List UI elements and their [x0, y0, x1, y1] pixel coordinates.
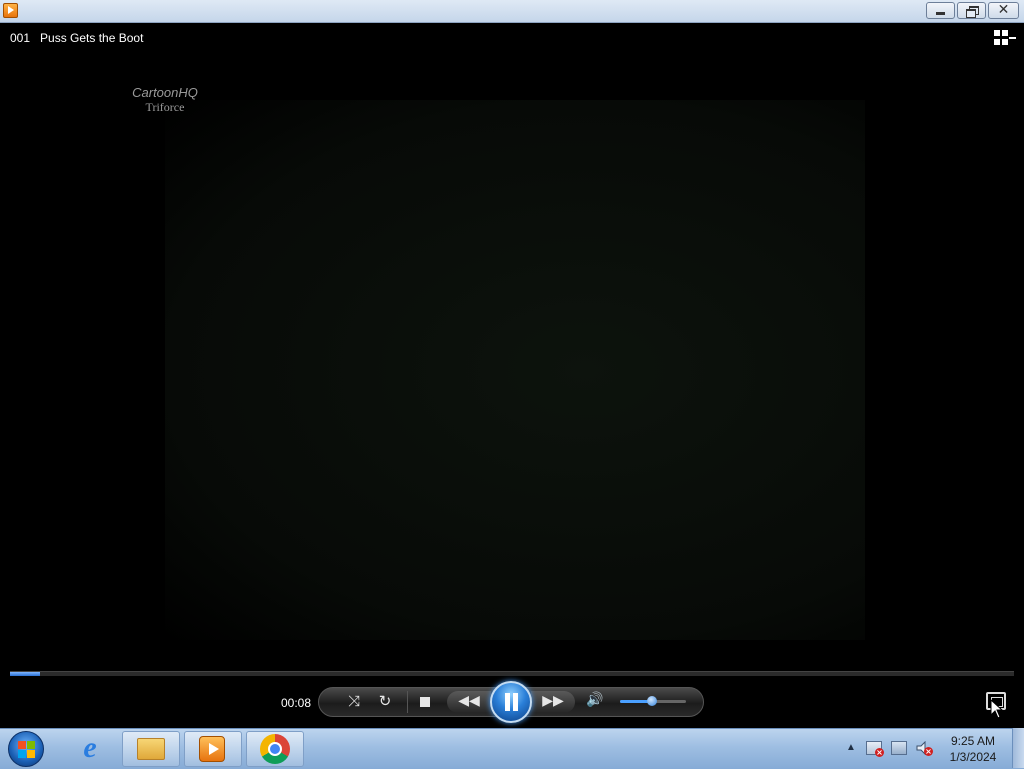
show-hidden-icons-button[interactable]: ▲	[846, 742, 856, 753]
network-icon[interactable]	[891, 741, 907, 755]
watermark-line-1: CartoonHQ	[132, 85, 198, 100]
action-center-icon[interactable]: ×	[866, 741, 884, 757]
close-icon: ✕	[997, 2, 1010, 18]
volume-tray-icon[interactable]: ×	[916, 740, 933, 756]
control-divider	[407, 691, 408, 713]
next-button[interactable]: ▶▶	[531, 691, 575, 713]
chrome-icon	[260, 734, 290, 764]
switch-to-library-button[interactable]	[994, 30, 1016, 46]
start-button[interactable]	[8, 731, 44, 767]
shuffle-button[interactable]: ⤨	[344, 692, 364, 710]
show-desktop-button[interactable]	[1012, 728, 1024, 768]
seek-bar[interactable]	[10, 671, 1014, 676]
watermark-line-2: Triforce	[145, 100, 185, 114]
minimize-button[interactable]	[926, 2, 955, 19]
windows-media-player-icon	[199, 736, 225, 762]
folder-icon	[137, 738, 165, 760]
volume-thumb[interactable]	[647, 696, 657, 706]
mute-button[interactable]: 🔊	[585, 692, 605, 708]
restore-button[interactable]	[957, 2, 986, 19]
media-title: 001 Puss Gets the Boot	[10, 31, 144, 45]
mouse-cursor-icon	[990, 699, 1004, 719]
pause-icon	[505, 693, 510, 711]
windows-media-player-icon[interactable]	[3, 3, 18, 18]
clock-date: 1/3/2024	[949, 750, 997, 764]
seek-progress	[10, 672, 41, 676]
close-button[interactable]: ✕	[988, 2, 1019, 19]
pause-button[interactable]	[490, 681, 532, 723]
system-clock[interactable]: 9:25 AM 1/3/2024	[942, 733, 1004, 765]
stop-button[interactable]	[420, 697, 430, 707]
title-bar	[0, 0, 1024, 23]
previous-button[interactable]: ◀◀	[447, 691, 491, 713]
clock-time: 9:25 AM	[950, 734, 996, 748]
elapsed-time: 00:08	[281, 696, 312, 710]
internet-explorer-icon: e	[83, 731, 97, 764]
repeat-button[interactable]: ↻	[375, 692, 395, 710]
video-watermark: CartoonHQ Triforce	[120, 85, 210, 115]
video-frame[interactable]	[165, 100, 865, 640]
